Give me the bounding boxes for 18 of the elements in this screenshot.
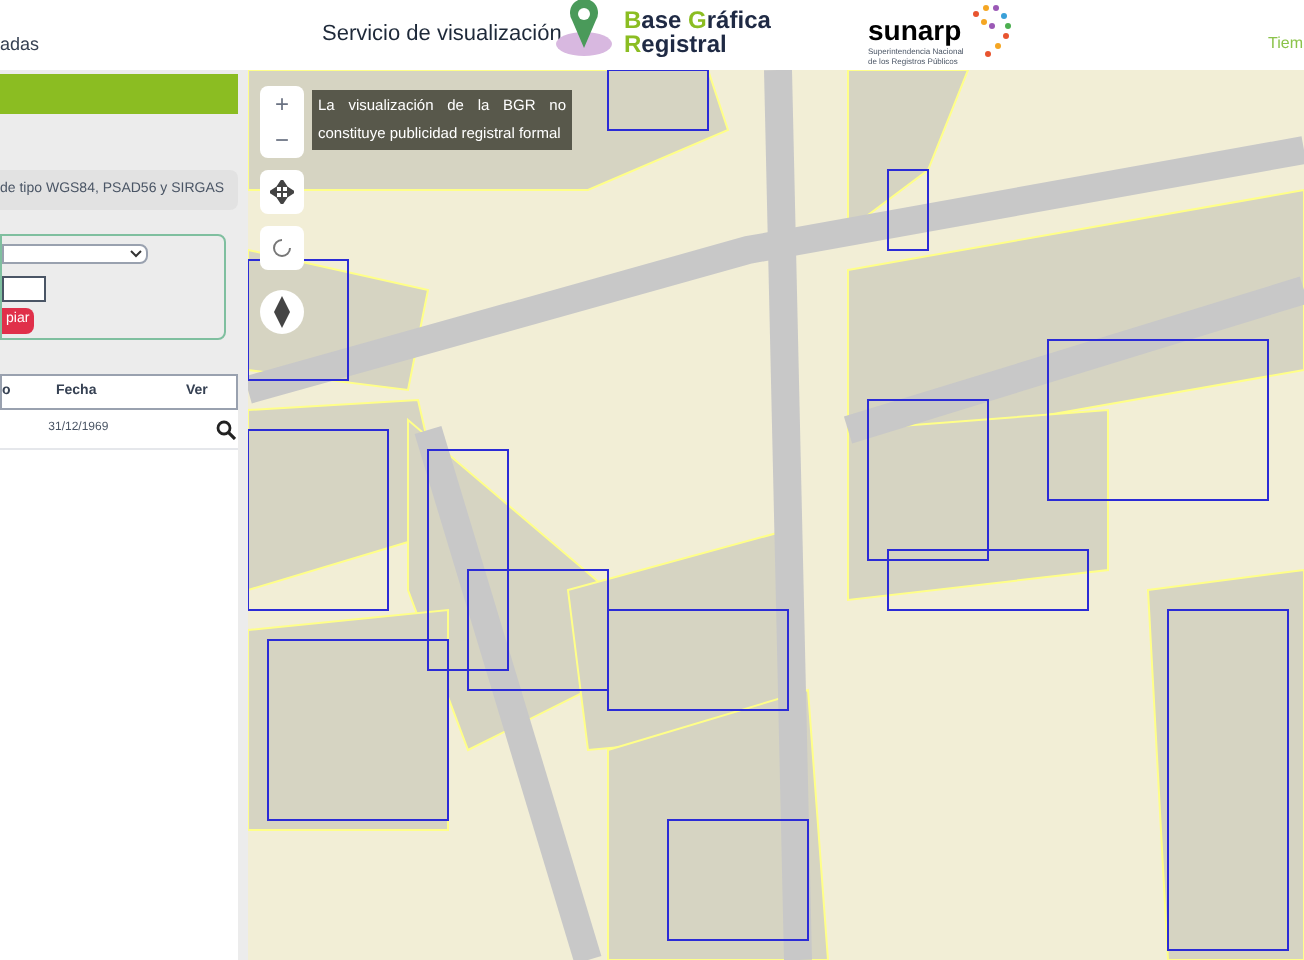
service-title: Servicio de visualización [322,20,562,50]
rotate-button[interactable] [260,226,304,270]
sunarp-logo-text: sunarp [868,16,962,44]
zoom-in-button[interactable]: + [260,86,304,122]
search-icon [216,419,237,439]
input-field[interactable] [2,276,46,302]
compass-needle-icon [274,296,290,328]
logo-text: Base Gráfica Registral [624,8,773,56]
pan-button[interactable] [260,170,304,214]
header-text: Tiem [1268,32,1303,56]
search-button[interactable] [216,417,238,441]
header-text: adas [0,32,40,58]
rotate-icon [270,236,294,260]
move-arrows-icon [270,180,294,204]
zoom-out-button[interactable]: − [260,122,304,158]
caret-icon [130,250,142,258]
select-field[interactable] [2,244,148,264]
dots-logo-icon [968,2,1016,62]
